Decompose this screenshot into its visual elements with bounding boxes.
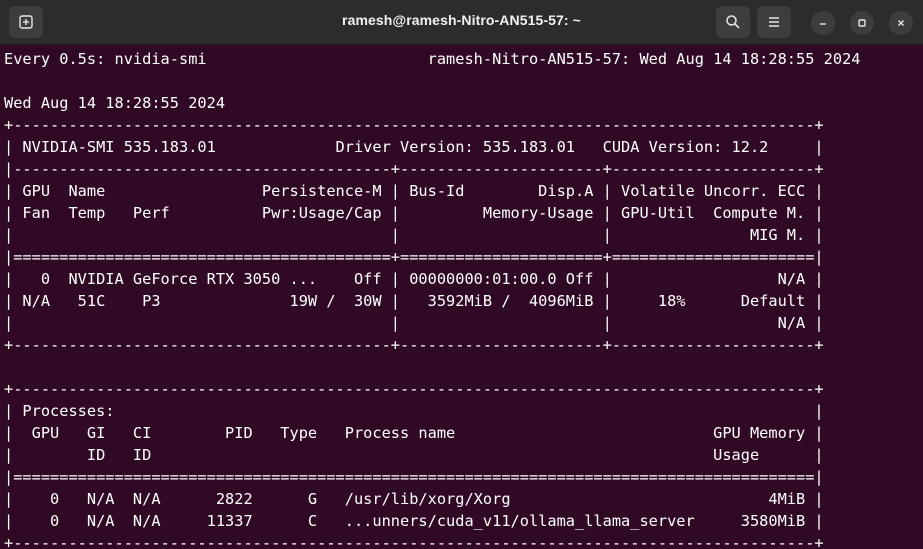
terminal-output: Every 0.5s: nvidia-smi ramesh-Nitro-AN51… [4, 48, 860, 549]
terminal-line: |---------------------------------------… [4, 160, 824, 178]
terminal-line: | ID ID Usage | [4, 446, 824, 464]
terminal-line: | GPU GI CI PID Type Process name GPU Me… [4, 424, 824, 442]
terminal-line: +---------------------------------------… [4, 336, 824, 354]
terminal-line: |=======================================… [4, 248, 824, 266]
minimize-icon [820, 23, 826, 25]
search-button[interactable] [716, 6, 750, 38]
terminal-line: +---------------------------------------… [4, 116, 824, 134]
terminal-line: | NVIDIA-SMI 535.183.01 Driver Version: … [4, 138, 824, 156]
terminal-line: | | | MIG M. | [4, 226, 824, 244]
search-icon [726, 15, 740, 29]
minimize-button[interactable] [811, 11, 835, 35]
maximize-button[interactable] [850, 11, 874, 35]
terminal-area[interactable]: Every 0.5s: nvidia-smi ramesh-Nitro-AN51… [0, 45, 923, 549]
hamburger-menu-icon [769, 17, 779, 27]
terminal-line: |=======================================… [4, 468, 824, 486]
terminal-line: Wed Aug 14 18:28:55 2024 [4, 94, 226, 112]
terminal-line: +---------------------------------------… [4, 534, 824, 549]
terminal-line: | N/A 51C P3 19W / 30W | 3592MiB / 4096M… [4, 292, 824, 310]
terminal-line: +---------------------------------------… [4, 380, 824, 398]
terminal-line: Every 0.5s: nvidia-smi ramesh-Nitro-AN51… [4, 50, 861, 68]
title-bar[interactable]: ramesh@ramesh-Nitro-AN515-57: ~ [0, 0, 923, 45]
terminal-line: | 0 N/A N/A 11337 C ...unners/cuda_v11/o… [4, 512, 824, 530]
terminal-line: | GPU Name Persistence-M | Bus-Id Disp.A… [4, 182, 824, 200]
terminal-line: | | | N/A | [4, 314, 824, 332]
menu-button[interactable] [757, 6, 791, 38]
terminal-line: | 0 NVIDIA GeForce RTX 3050 ... Off | 00… [4, 270, 824, 288]
close-icon [898, 20, 904, 26]
terminal-line: | 0 N/A N/A 2822 G /usr/lib/xorg/Xorg 4M… [4, 490, 824, 508]
maximize-icon [858, 19, 866, 27]
terminal-line: | Processes: | [4, 402, 824, 420]
terminal-line: | Fan Temp Perf Pwr:Usage/Cap | Memory-U… [4, 204, 824, 222]
close-button[interactable] [889, 11, 913, 35]
terminal-window: ramesh@ramesh-Nitro-AN515-57: ~ Every 0.… [0, 0, 923, 549]
